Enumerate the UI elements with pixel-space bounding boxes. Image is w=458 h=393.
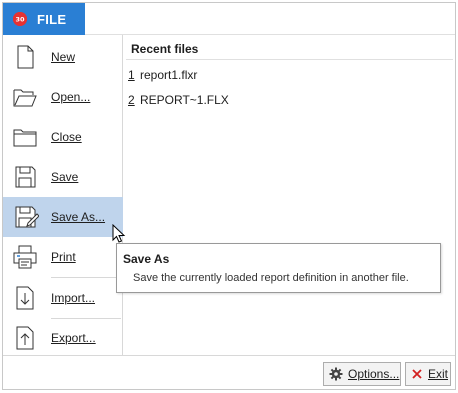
footer-bar: Options... Exit [3, 355, 455, 389]
menu-item-label: Export... [51, 331, 96, 345]
menu-item-new[interactable]: New [3, 37, 123, 77]
menu-item-label: Save [51, 170, 79, 184]
menu-item-label: Import... [51, 291, 96, 305]
recent-files-pane: Recent files 1 report1.flxr 2 REPORT~1.F… [124, 35, 455, 355]
menu-item-label: Close [51, 130, 82, 144]
open-folder-icon [13, 89, 37, 107]
printer-icon [13, 245, 37, 269]
save-icon [15, 166, 36, 188]
menu-item-label: Save As... [51, 210, 106, 224]
menu-item-save-as[interactable]: Save As... [3, 197, 123, 237]
tooltip-title: Save As [123, 252, 170, 266]
menu-item-label: Open... [51, 90, 91, 104]
app-logo-icon: 30 [13, 12, 27, 26]
recent-file-item[interactable]: 1 report1.flxr [128, 66, 197, 84]
menu-item-export[interactable]: Export... [3, 318, 123, 358]
recent-files-divider [126, 59, 453, 60]
file-tab[interactable]: 30 FILE [3, 3, 85, 35]
options-button-label: Options... [348, 367, 400, 381]
svg-text:30: 30 [15, 16, 25, 24]
menu-item-label: New [51, 50, 76, 64]
recent-file-name: REPORT~1.FLX [140, 93, 229, 107]
recent-file-name: report1.flxr [140, 68, 198, 82]
export-icon [16, 326, 34, 350]
options-button[interactable]: Options... [323, 362, 401, 386]
exit-button[interactable]: Exit [405, 362, 451, 386]
menu-item-save[interactable]: Save [3, 157, 123, 197]
menu-item-import[interactable]: Import... [3, 278, 123, 318]
new-document-icon [17, 45, 34, 69]
save-as-icon [15, 206, 39, 228]
close-folder-icon [13, 129, 37, 147]
menu-item-close[interactable]: Close [3, 117, 123, 157]
recent-file-number: 2 [128, 93, 135, 107]
recent-files-title: Recent files [131, 42, 199, 56]
tooltip-body: Save the currently loaded report definit… [133, 272, 409, 284]
recent-file-item[interactable]: 2 REPORT~1.FLX [128, 91, 229, 109]
close-x-icon [411, 367, 423, 381]
file-backstage-panel: 30 FILE New Open... Close Save Save As..… [2, 2, 456, 390]
import-icon [16, 286, 34, 310]
recent-file-number: 1 [128, 68, 135, 82]
menu-item-label: Print [51, 250, 76, 264]
file-menu: New Open... Close Save Save As... Print … [3, 35, 123, 355]
gear-icon [329, 367, 343, 381]
save-as-tooltip: Save As Save the currently loaded report… [116, 243, 441, 293]
mouse-cursor-icon [112, 224, 126, 243]
menu-item-open[interactable]: Open... [3, 77, 123, 117]
file-tab-label: FILE [37, 11, 67, 27]
exit-button-label: Exit [428, 367, 449, 381]
menu-item-print[interactable]: Print [3, 237, 123, 277]
